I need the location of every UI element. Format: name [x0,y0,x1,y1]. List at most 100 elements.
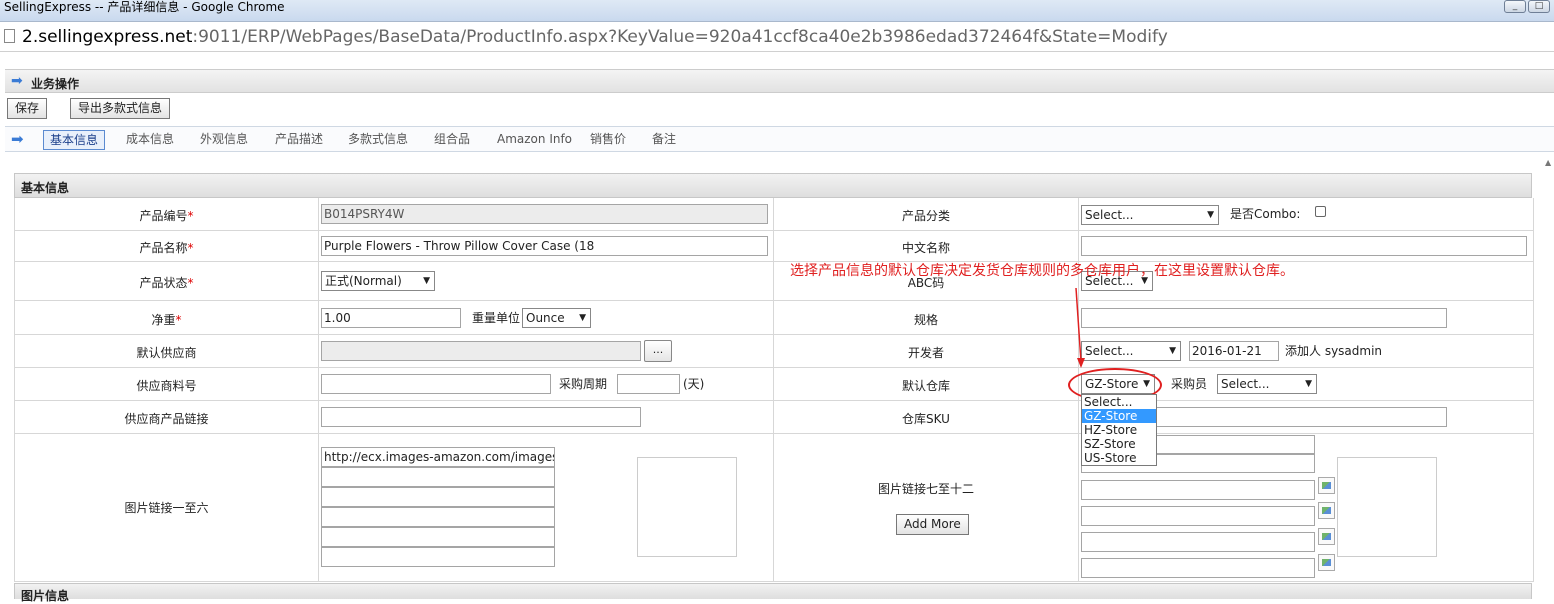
tab-sale-price[interactable]: 销售价 [584,130,632,150]
table-row: 净重* 1.00 重量单位 Ounce ▼ 规格 [14,301,1534,335]
image-link-11-input[interactable] [1081,532,1315,552]
broken-image-icon [1318,528,1335,545]
table-row: 图片链接一至六 http://ecx.images-amazon.com/ima… [14,434,1534,582]
broken-image-icon [1318,477,1335,494]
supplier-label: 默认供应商 [136,346,197,360]
tab-product-description[interactable]: 产品描述 [269,130,329,150]
spec-input[interactable] [1081,308,1447,328]
tab-amazon-info[interactable]: Amazon Info [491,130,578,150]
image-link-12-input[interactable] [1081,558,1315,578]
image-link-4-input[interactable] [321,507,555,527]
image-link-5-input[interactable] [321,527,555,547]
cn-name-input[interactable] [1081,236,1527,256]
tab-multi-style-info[interactable]: 多款式信息 [342,130,414,150]
product-code-label: 产品编号 [139,209,188,223]
category-select[interactable]: Select... ▼ [1081,205,1219,225]
added-by-text: 添加人 sysadmin [1285,344,1383,358]
image-link-10-input[interactable] [1081,506,1315,526]
ops-section-header: ➡ 业务操作 [5,69,1554,93]
tab-notes[interactable]: 备注 [646,130,682,150]
dropdown-option[interactable]: HZ-Store [1082,423,1156,437]
weight-unit-select[interactable]: Ounce ▼ [522,308,591,328]
is-combo-checkbox[interactable] [1315,206,1326,217]
scroll-up-icon[interactable]: ▲ [1545,158,1554,167]
spec-label: 规格 [913,313,938,327]
weight-label: 净重 [151,313,176,327]
product-code-input[interactable]: B014PSRY4W [321,204,768,224]
product-name-label: 产品名称 [139,241,188,255]
chevron-down-icon: ▼ [1169,346,1176,356]
image-link-2-input[interactable] [321,467,555,487]
image-link-6-input[interactable] [321,547,555,567]
url-text[interactable]: 2.sellingexpress.net:9011/ERP/WebPages/B… [22,26,1168,48]
table-row: 产品编号* B014PSRY4W 产品分类 Select... ▼ 是否Combo… [14,198,1534,231]
product-name-input[interactable]: Purple Flowers - Throw Pillow Cover Case… [321,236,768,256]
tab-cost-info[interactable]: 成本信息 [120,130,180,150]
window-controls: _ □ [1504,0,1550,14]
window-titlebar: SellingExpress -- 产品详细信息 - Google Chrome… [0,0,1554,22]
supplier-browse-button[interactable]: ... [644,340,672,362]
image-links-1-6-label: 图片链接一至六 [124,501,209,515]
weight-unit-label: 重量单位 [472,311,521,325]
status-select[interactable]: 正式(Normal) ▼ [321,271,435,291]
days-unit-label: (天) [683,377,705,391]
table-row: 默认供应商 ... 开发者 Select... ▼ 2016-01-21 添加人 … [14,335,1534,368]
tab-bar: ➡ 基本信息 成本信息 外观信息 产品描述 多款式信息 组合品 Amazon I… [5,126,1554,152]
add-more-button[interactable]: Add More [896,514,969,535]
export-styles-button[interactable]: 导出多款式信息 [70,98,171,119]
tab-basic-info[interactable]: 基本信息 [43,130,106,150]
address-bar[interactable]: 2.sellingexpress.net:9011/ERP/WebPages/B… [0,22,1554,52]
chevron-down-icon: ▼ [1305,379,1312,389]
window-title: SellingExpress -- 产品详细信息 - Google Chrome [4,0,285,14]
arrow-right-icon: ➡ [11,130,24,148]
tab-combo[interactable]: 组合品 [428,130,476,150]
image-link-9-input[interactable] [1081,480,1315,500]
chevron-down-icon: ▼ [579,313,586,323]
save-button[interactable]: 保存 [7,98,48,119]
supplier-link-label: 供应商产品链接 [124,412,209,426]
maximize-icon[interactable]: □ [1528,0,1550,13]
annotation-text: 选择产品信息的默认仓库决定发货仓库规则的多仓库用户，在这里设置默认仓库。 [790,263,1294,279]
is-combo-label: 是否Combo: [1230,207,1301,221]
warehouse-sku-label: 仓库SKU [902,412,950,426]
image-link-1-input[interactable]: http://ecx.images-amazon.com/images/I/61 [321,447,555,467]
image-info-header: 图片信息 [14,583,1532,603]
developer-label: 开发者 [907,346,944,360]
table-row: 供应商产品链接 仓库SKU [14,401,1534,434]
basic-info-header: 基本信息 [14,173,1532,198]
image-preview-2 [1337,457,1437,557]
purchase-cycle-label: 采购周期 [559,377,608,391]
dropdown-option[interactable]: Select... [1082,395,1156,409]
image-link-3-input[interactable] [321,487,555,507]
tab-appearance-info[interactable]: 外观信息 [194,130,254,150]
dropdown-option-selected[interactable]: GZ-Store [1082,409,1156,423]
weight-input[interactable]: 1.00 [321,308,461,328]
broken-image-icon [1318,502,1335,519]
buyer-select[interactable]: Select... ▼ [1217,374,1317,394]
minimize-icon[interactable]: _ [1504,0,1526,13]
dropdown-option[interactable]: US-Store [1082,451,1156,465]
broken-image-icon [1318,554,1335,571]
date-input[interactable]: 2016-01-21 [1189,341,1279,361]
developer-select[interactable]: Select... ▼ [1081,341,1181,361]
image-preview-1 [637,457,737,557]
arrow-right-icon: ➡ [11,73,23,89]
table-row: 产品状态* 正式(Normal) ▼ ABC码 Select... ▼ [14,262,1534,301]
category-label: 产品分类 [901,209,950,223]
supplier-input[interactable] [321,341,641,361]
supplier-sku-label: 供应商料号 [136,379,197,393]
supplier-sku-input[interactable] [321,374,551,394]
warehouse-dropdown-list[interactable]: Select... GZ-Store HZ-Store SZ-Store US-… [1081,394,1157,466]
chevron-down-icon: ▼ [1207,210,1214,220]
image-links-7-12-label: 图片链接七至十二 [877,482,974,496]
page-icon [4,29,15,43]
table-row: 供应商料号 采购周期 (天) 默认仓库 GZ-Store ▼ 采购员 Select… [14,368,1534,401]
warehouse-label: 默认仓库 [901,379,950,393]
status-label: 产品状态 [139,276,188,290]
chevron-down-icon: ▼ [423,276,430,286]
table-row: 产品名称* Purple Flowers - Throw Pillow Cove… [14,231,1534,262]
dropdown-option[interactable]: SZ-Store [1082,437,1156,451]
supplier-link-input[interactable] [321,407,641,427]
purchase-cycle-input[interactable] [617,374,680,394]
cn-name-label: 中文名称 [901,241,950,255]
